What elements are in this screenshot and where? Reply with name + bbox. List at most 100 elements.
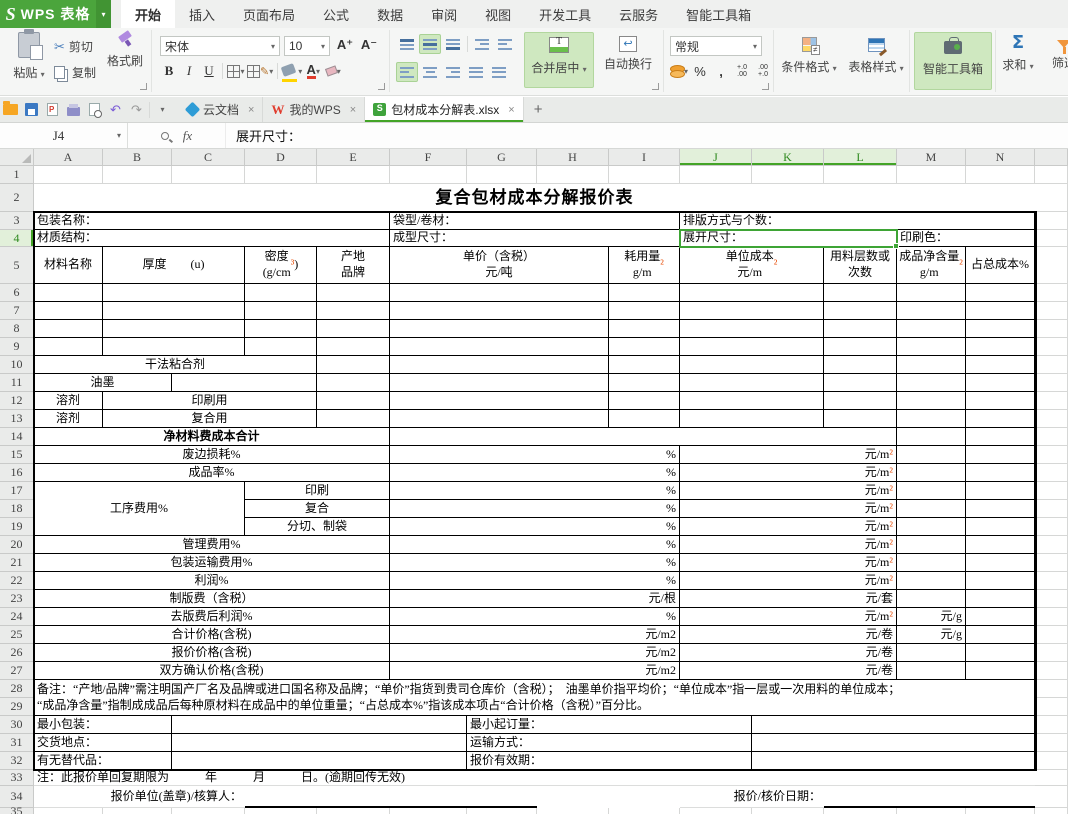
- cell-A25[interactable]: 合计价格(含税): [34, 626, 390, 644]
- col-header-F[interactable]: F: [390, 149, 467, 166]
- row-header-16[interactable]: 16: [0, 464, 34, 482]
- cell-J15[interactable]: 元/m²: [680, 446, 897, 464]
- cell-O22[interactable]: [1035, 572, 1068, 590]
- table-style-button[interactable]: 表格样式 ▾: [844, 32, 908, 75]
- cell-B7[interactable]: [103, 302, 245, 320]
- cell-A26[interactable]: 报价价格(含税): [34, 644, 390, 662]
- clear-format-button[interactable]: ▾: [324, 62, 342, 80]
- merge-center-button[interactable]: 合并居中 ▾: [524, 32, 594, 88]
- cell-F35[interactable]: [390, 808, 467, 814]
- new-tab-button[interactable]: +: [524, 97, 553, 122]
- conditional-format-button[interactable]: 条件格式 ▾: [776, 32, 842, 75]
- cell-O34[interactable]: [1035, 786, 1068, 808]
- cell-J17[interactable]: 元/m²: [680, 482, 897, 500]
- col-header-M[interactable]: M: [897, 149, 966, 166]
- row-header-31[interactable]: 31: [0, 734, 34, 752]
- print-preview-button[interactable]: [84, 97, 105, 122]
- cell-J12[interactable]: [680, 392, 824, 410]
- cell-E13[interactable]: [317, 410, 390, 428]
- row-header-4[interactable]: 4: [0, 230, 34, 247]
- cell-B12[interactable]: 印刷用: [103, 392, 317, 410]
- cell-N15[interactable]: [966, 446, 1035, 464]
- cell-O33[interactable]: [1035, 770, 1068, 786]
- cell-M13[interactable]: [897, 410, 966, 428]
- justify-button[interactable]: [465, 62, 487, 82]
- cell-M17[interactable]: [897, 482, 966, 500]
- cell-O8[interactable]: [1035, 320, 1068, 338]
- cell-J23[interactable]: 元/套: [680, 590, 897, 608]
- menu-tab-插入[interactable]: 插入: [175, 0, 229, 28]
- cell-A28[interactable]: 备注：“产地/品牌”需注明国产厂名及品牌或进口国名称及品牌；“单价”指货到贵司仓…: [34, 680, 1035, 716]
- cell-A31[interactable]: 交货地点：: [34, 734, 172, 752]
- cell-B9[interactable]: [103, 338, 245, 356]
- cell-M8[interactable]: [897, 320, 966, 338]
- cell-J10[interactable]: [680, 356, 824, 374]
- cell-O27[interactable]: [1035, 662, 1068, 680]
- cell-O23[interactable]: [1035, 590, 1068, 608]
- cell-F9[interactable]: [390, 338, 609, 356]
- open-file-button[interactable]: [0, 97, 21, 122]
- row-header-27[interactable]: 27: [0, 662, 34, 680]
- fill-handle[interactable]: [893, 243, 899, 249]
- cell-I35[interactable]: [609, 808, 680, 814]
- cell-M14[interactable]: [897, 428, 966, 446]
- cell-J6[interactable]: [680, 284, 824, 302]
- col-header-A[interactable]: A: [34, 149, 103, 166]
- cell-M15[interactable]: [897, 446, 966, 464]
- cell-M27[interactable]: [897, 662, 966, 680]
- row-header-2[interactable]: 2: [0, 184, 34, 212]
- undo-button[interactable]: ↶: [105, 97, 126, 122]
- draw-border-button[interactable]: ✎▾: [247, 62, 273, 80]
- cell-O20[interactable]: [1035, 536, 1068, 554]
- row-header-19[interactable]: 19: [0, 518, 34, 536]
- cell-O13[interactable]: [1035, 410, 1068, 428]
- doc-tab-云文档[interactable]: 云文档×: [179, 97, 263, 122]
- row-header-10[interactable]: 10: [0, 356, 34, 374]
- cell-O2[interactable]: [1035, 184, 1068, 212]
- cell-C11[interactable]: [172, 374, 317, 392]
- cell-J34[interactable]: 报价/核价日期：: [680, 786, 824, 808]
- row-header-18[interactable]: 18: [0, 500, 34, 518]
- cell-B6[interactable]: [103, 284, 245, 302]
- cell-A27[interactable]: 双方确认价格(含税): [34, 662, 390, 680]
- filter-button[interactable]: 筛选: [1044, 32, 1068, 71]
- cell-I1[interactable]: [609, 166, 680, 184]
- menu-tab-云服务[interactable]: 云服务: [605, 0, 672, 28]
- col-header-G[interactable]: G: [467, 149, 537, 166]
- menu-tab-智能工具箱[interactable]: 智能工具箱: [672, 0, 765, 28]
- row-header-12[interactable]: 12: [0, 392, 34, 410]
- cell-I12[interactable]: [609, 392, 680, 410]
- cell-N26[interactable]: [966, 644, 1035, 662]
- menu-tab-开发工具[interactable]: 开发工具: [525, 0, 605, 28]
- cell-I7[interactable]: [609, 302, 680, 320]
- cell-J27[interactable]: 元/卷: [680, 662, 897, 680]
- cell-A33[interactable]: 注：此报价单回复期限为 年 月 日。(逾期回传无效): [34, 770, 1035, 786]
- cell-F12[interactable]: [390, 392, 609, 410]
- cell-L1[interactable]: [824, 166, 897, 184]
- cell-J20[interactable]: 元/m²: [680, 536, 897, 554]
- row-header-30[interactable]: 30: [0, 716, 34, 734]
- cell-D9[interactable]: [245, 338, 317, 356]
- increase-indent-button[interactable]: [494, 34, 516, 54]
- cell-F24[interactable]: %: [390, 608, 680, 626]
- paste-button[interactable]: 粘贴 ▾: [8, 32, 50, 81]
- cell-A2[interactable]: 复合包材成本分解报价表: [34, 184, 1035, 212]
- clipboard-dialog-launcher[interactable]: [140, 83, 147, 90]
- cell-N12[interactable]: [966, 392, 1035, 410]
- align-center-button[interactable]: [419, 62, 441, 82]
- cell-K35[interactable]: [752, 808, 824, 814]
- cell-A22[interactable]: 利润%: [34, 572, 390, 590]
- cell-O11[interactable]: [1035, 374, 1068, 392]
- cell-G31[interactable]: 运输方式：: [467, 734, 752, 752]
- cell-L12[interactable]: [824, 392, 897, 410]
- cell-J26[interactable]: 元/卷: [680, 644, 897, 662]
- cell-A35[interactable]: [34, 808, 103, 814]
- col-header-L[interactable]: L: [824, 149, 897, 166]
- wrap-text-button[interactable]: ↩ 自动换行: [600, 32, 656, 88]
- row-header-14[interactable]: 14: [0, 428, 34, 446]
- cell-O14[interactable]: [1035, 428, 1068, 446]
- cell-J5[interactable]: 单位成本元/m²: [680, 247, 824, 284]
- cell-F1[interactable]: [390, 166, 467, 184]
- cell-N24[interactable]: [966, 608, 1035, 626]
- cell-E11[interactable]: [317, 374, 390, 392]
